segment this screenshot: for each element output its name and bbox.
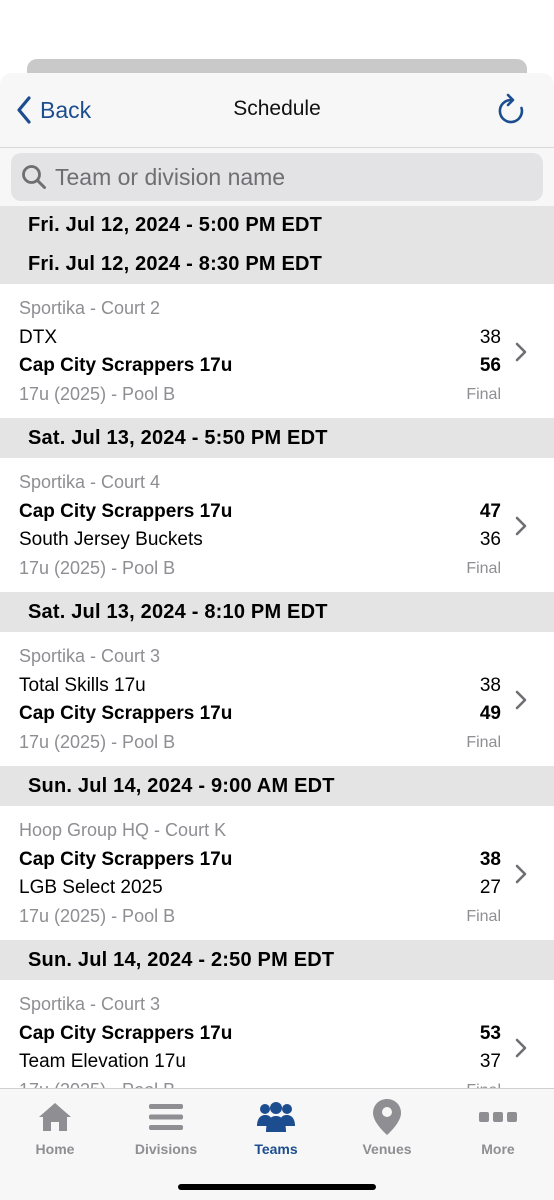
tab-label: More xyxy=(481,1141,515,1157)
team-name: South Jersey Buckets xyxy=(19,529,203,550)
team-score: 47 xyxy=(479,501,501,522)
division-label: 17u (2025) - Pool B xyxy=(19,732,176,752)
tab-label: Teams xyxy=(254,1141,298,1157)
chevron-right-icon xyxy=(515,516,527,536)
more-icon xyxy=(479,1112,517,1122)
team-name: Cap City Scrappers 17u xyxy=(19,501,233,522)
team-row-winner: Cap City Scrappers 17u 56 xyxy=(19,355,501,377)
team-row-winner: Cap City Scrappers 17u 38 xyxy=(19,849,501,871)
chevron-right-icon xyxy=(515,342,527,362)
team-row-winner: Cap City Scrappers 17u 47 xyxy=(19,501,501,523)
team-name: DTX xyxy=(19,327,57,348)
page-title: Schedule xyxy=(233,97,321,120)
venue-label: Sportika - Court 2 xyxy=(19,298,161,318)
date-header: Sat. Jul 13, 2024 - 8:10 PM EDT xyxy=(0,592,554,632)
game-row[interactable]: Sportika - Court 4 Cap City Scrappers 17… xyxy=(0,458,554,592)
team-row: Team Elevation 17u 37 xyxy=(19,1051,501,1073)
team-score: 36 xyxy=(479,529,501,550)
team-name: Cap City Scrappers 17u xyxy=(19,703,233,724)
venue-label: Sportika - Court 3 xyxy=(19,646,161,666)
list-icon xyxy=(149,1104,183,1130)
date-header: Fri. Jul 12, 2024 - 5:00 PM EDT xyxy=(0,206,554,244)
division-label: 17u (2025) - Pool B xyxy=(19,906,176,926)
team-row: DTX 38 xyxy=(19,327,501,349)
tab-more[interactable]: More xyxy=(448,1097,548,1157)
schedule-list: Fri. Jul 12, 2024 - 5:00 PM EDT Fri. Jul… xyxy=(0,206,554,1114)
team-score: 38 xyxy=(479,675,501,696)
home-indicator[interactable] xyxy=(178,1184,376,1190)
search-input[interactable] xyxy=(55,163,515,191)
team-row-winner: Cap City Scrappers 17u 53 xyxy=(19,1023,501,1045)
tab-label: Divisions xyxy=(134,1141,198,1157)
team-name: Cap City Scrappers 17u xyxy=(19,849,233,870)
team-score: 37 xyxy=(479,1051,501,1072)
team-score: 56 xyxy=(479,355,501,376)
team-score: 49 xyxy=(479,703,501,724)
venue-label: Hoop Group HQ - Court K xyxy=(19,820,227,840)
game-status: Final xyxy=(466,908,501,925)
chevron-right-icon xyxy=(515,864,527,884)
venue-label: Sportika - Court 4 xyxy=(19,472,161,492)
team-row: Total Skills 17u 38 xyxy=(19,675,501,697)
people-icon xyxy=(257,1102,295,1132)
tab-home[interactable]: Home xyxy=(5,1097,105,1157)
date-header: Sun. Jul 14, 2024 - 2:50 PM EDT xyxy=(0,940,554,980)
team-score: 27 xyxy=(479,877,501,898)
refresh-icon xyxy=(498,93,524,124)
date-header: Sun. Jul 14, 2024 - 9:00 AM EDT xyxy=(0,766,554,806)
game-status: Final xyxy=(466,386,501,403)
team-name: Team Elevation 17u xyxy=(19,1051,186,1072)
team-name: LGB Select 2025 xyxy=(19,877,163,898)
venue-label: Sportika - Court 3 xyxy=(19,994,161,1014)
team-score: 38 xyxy=(479,327,501,348)
team-name: Cap City Scrappers 17u xyxy=(19,1023,233,1044)
navigation-bar: Back Schedule xyxy=(0,73,554,148)
team-row-winner: Cap City Scrappers 17u 49 xyxy=(19,703,501,725)
division-label: 17u (2025) - Pool B xyxy=(19,558,176,578)
refresh-button[interactable] xyxy=(496,93,526,127)
home-icon xyxy=(39,1103,71,1131)
game-row[interactable]: Sportika - Court 3 Total Skills 17u 38 C… xyxy=(0,632,554,766)
game-row[interactable]: Hoop Group HQ - Court K Cap City Scrappe… xyxy=(0,806,554,940)
team-score: 38 xyxy=(479,849,501,870)
search-icon xyxy=(22,165,46,189)
date-header: Sat. Jul 13, 2024 - 5:50 PM EDT xyxy=(0,418,554,458)
tab-teams[interactable]: Teams xyxy=(226,1097,326,1157)
date-header: Fri. Jul 12, 2024 - 8:30 PM EDT xyxy=(0,244,554,284)
chevron-right-icon xyxy=(515,1038,527,1058)
team-score: 53 xyxy=(479,1023,501,1044)
chevron-right-icon xyxy=(515,690,527,710)
team-row: South Jersey Buckets 36 xyxy=(19,529,501,551)
team-name: Total Skills 17u xyxy=(19,675,146,696)
game-row[interactable]: Sportika - Court 2 DTX 38 Cap City Scrap… xyxy=(0,284,554,418)
map-pin-icon xyxy=(373,1099,401,1135)
game-status: Final xyxy=(466,734,501,751)
tab-label: Venues xyxy=(362,1141,412,1157)
tab-venues[interactable]: Venues xyxy=(337,1097,437,1157)
team-name: Cap City Scrappers 17u xyxy=(19,355,233,376)
search-bar xyxy=(11,153,543,201)
tab-label: Home xyxy=(35,1141,75,1157)
schedule-sheet: Back Schedule Fri. Jul 12, 2024 - 5:00 P… xyxy=(0,73,554,1200)
game-status: Final xyxy=(466,560,501,577)
tab-divisions[interactable]: Divisions xyxy=(116,1097,216,1157)
team-row: LGB Select 2025 27 xyxy=(19,877,501,899)
division-label: 17u (2025) - Pool B xyxy=(19,384,176,404)
